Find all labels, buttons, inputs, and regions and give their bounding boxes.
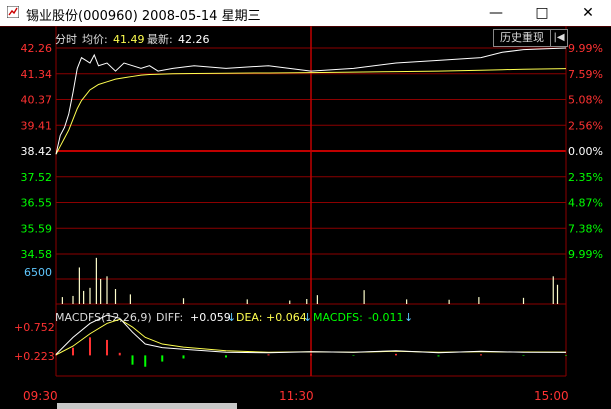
macdfs-arrow: ↓ (404, 311, 413, 324)
macdfs-value: -0.011 (368, 311, 403, 324)
percent-tick-right: 0.00% (568, 145, 603, 158)
bottom-scroll-tab[interactable] (57, 403, 237, 409)
window-title: 锡业股份(000960) 2008-05-14 星期三 (26, 9, 261, 24)
last-value: 42.26 (178, 33, 210, 46)
time-label-open: 09:30 (23, 389, 58, 403)
volume-bars (61, 257, 559, 304)
percent-tick-right: 5.08% (568, 94, 603, 107)
macd-axis-top: +0.752 (14, 321, 55, 334)
price-tick-left: 38.42 (21, 145, 53, 158)
macd-diff-label: DIFF: (156, 311, 183, 324)
mode-label: 分时 (55, 33, 77, 46)
percent-tick-right: 2.35% (568, 171, 603, 184)
percent-tick-right: 7.59% (568, 68, 603, 81)
macd-diff-arrow: ↓ (227, 311, 236, 324)
price-tick-left: 36.55 (21, 197, 53, 210)
macdfs-label: MACDFS: (313, 311, 363, 324)
maximize-button[interactable]: □ (519, 0, 565, 26)
price-tick-left: 37.52 (21, 171, 53, 184)
last-label: 最新: (147, 32, 173, 46)
price-tick-left: 39.41 (21, 119, 53, 132)
macd-axis-mid: +0.223 (14, 350, 55, 363)
price-tick-left: 40.37 (21, 94, 53, 107)
history-replay-button[interactable]: 历史重现 (493, 29, 551, 47)
price-tick-left: 41.34 (21, 68, 53, 81)
time-label-close: 15:00 (534, 389, 569, 403)
close-button[interactable]: ✕ (565, 0, 611, 26)
macd-diff-value: +0.059 (190, 311, 231, 324)
price-axis-right: 9.99% 7.59% 5.08% 2.56% 0.00% 2.35% 4.87% 7.38%… (568, 42, 603, 261)
chart-canvas[interactable]: 分时 均价: 41.49 最新: 42.26 42.26 41.34 40.37 39… (0, 26, 611, 409)
price-tick-left: 42.26 (21, 42, 53, 55)
app-icon (7, 6, 19, 18)
time-label-noon: 11:30 (279, 389, 314, 403)
percent-tick-right: 9.99% (568, 42, 603, 55)
percent-tick-right: 9.99% (568, 248, 603, 261)
volume-axis-label: 6500 (24, 266, 52, 279)
percent-tick-right: 7.38% (568, 222, 603, 235)
avg-value: 41.49 (113, 33, 145, 46)
app-window: 锡业股份(000960) 2008-05-14 星期三 — □ ✕ 分时 均价:… (0, 0, 611, 409)
macd-dea-value: +0.064 (266, 311, 307, 324)
price-tick-left: 34.58 (21, 248, 53, 261)
percent-tick-right: 2.56% (568, 119, 603, 132)
title-bar: 锡业股份(000960) 2008-05-14 星期三 — □ ✕ (0, 0, 611, 26)
percent-tick-right: 4.87% (568, 197, 603, 210)
avg-label: 均价: (82, 33, 108, 46)
minimize-button[interactable]: — (473, 0, 519, 26)
macd-dea-label: DEA: (236, 311, 262, 324)
price-axis-left: 42.26 41.34 40.37 39.41 38.42 37.52 36.55 35.59… (21, 42, 53, 261)
price-tick-left: 35.59 (21, 222, 53, 235)
macd-dea-arrow: ↓ (303, 311, 312, 324)
back-to-start-icon[interactable]: |◀ (550, 29, 568, 47)
